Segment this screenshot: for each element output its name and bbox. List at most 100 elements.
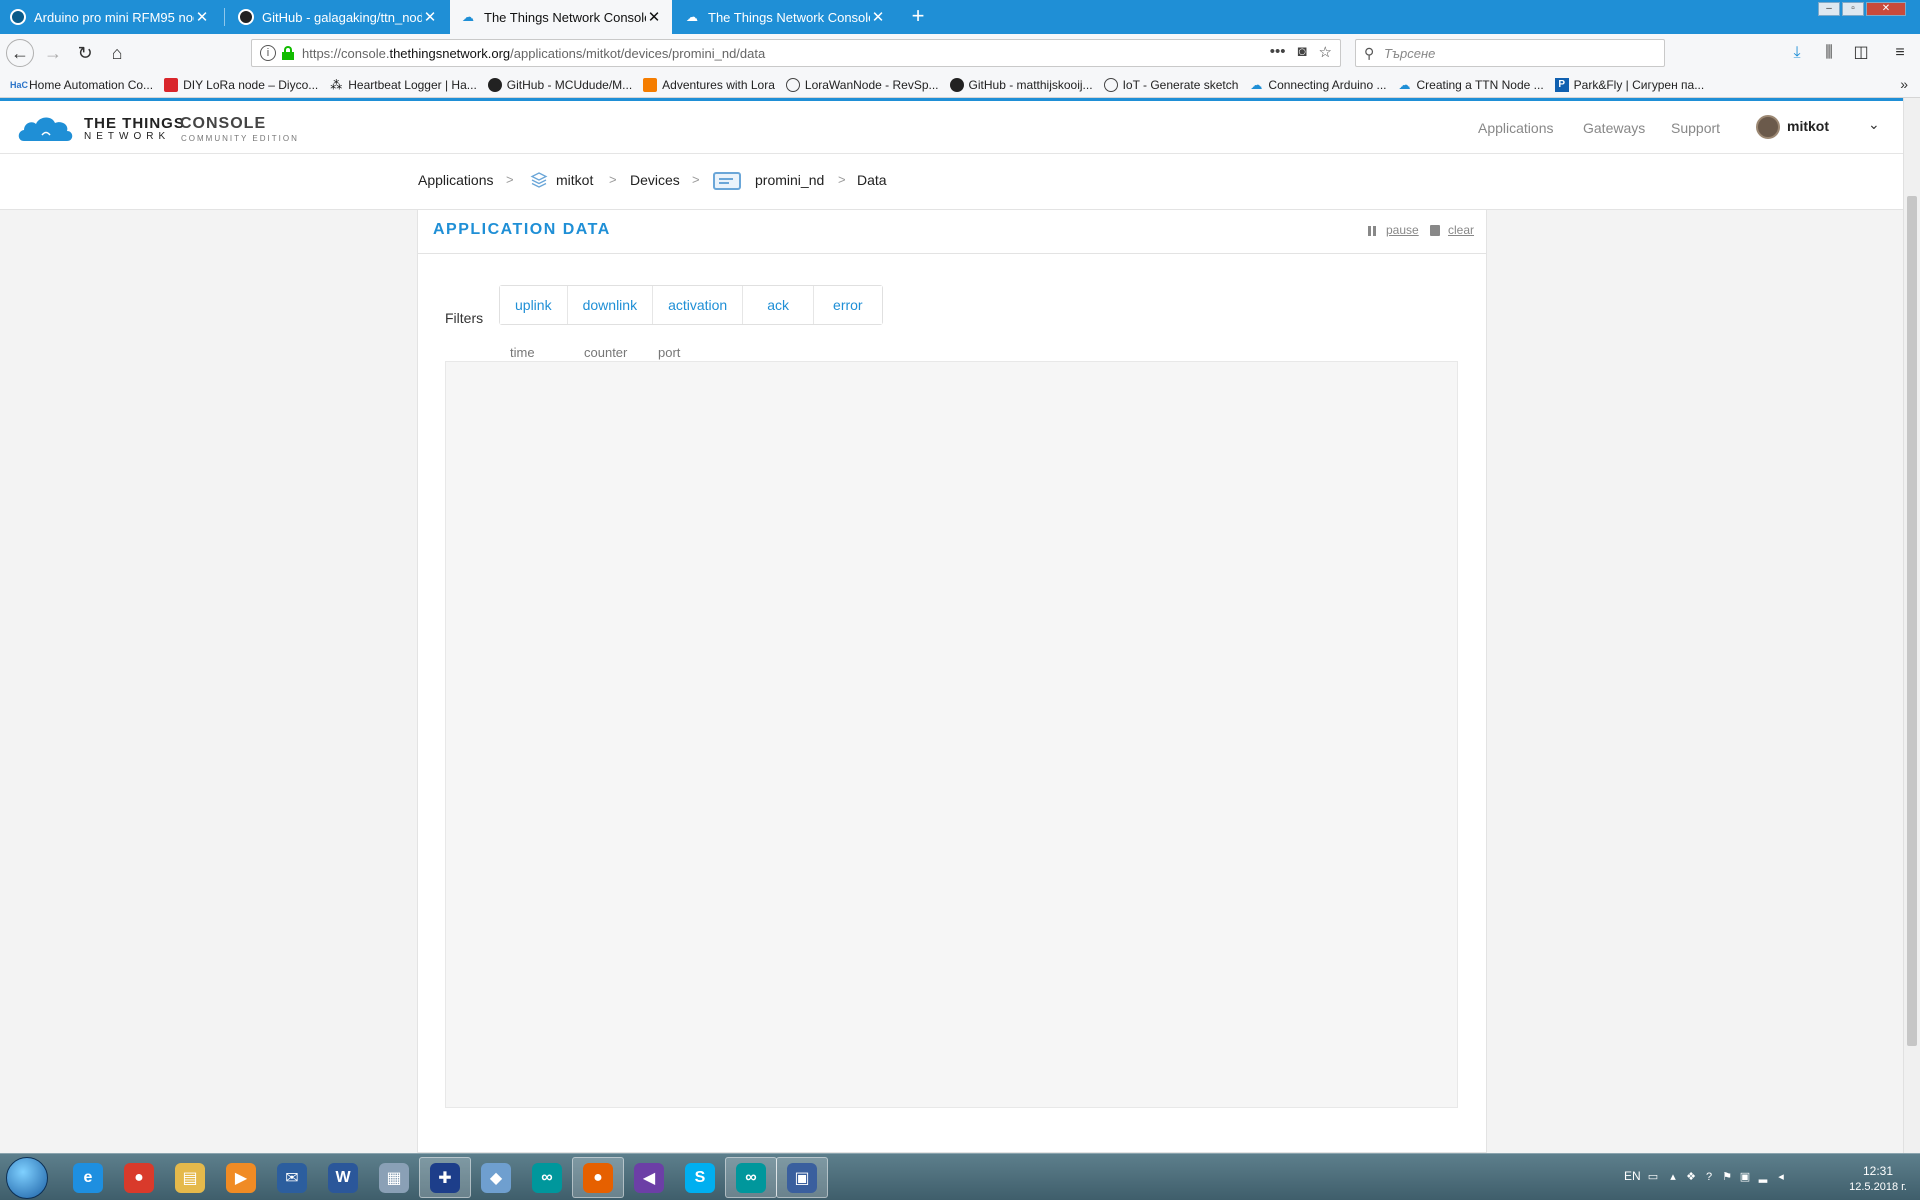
bookmark-label: Home Automation Co...	[29, 77, 154, 92]
scrollbar-thumb[interactable]	[1907, 196, 1917, 1046]
url-text[interactable]: https://console.thethingsnetwork.org/app…	[302, 46, 765, 61]
url-bar[interactable]: i https://console.thethingsnetwork.org/a…	[251, 39, 1341, 67]
start-button[interactable]	[6, 1157, 48, 1199]
user-name[interactable]: mitkot	[1787, 118, 1829, 134]
bookmark-item[interactable]: DIY LoRa node – Diyco...	[164, 77, 318, 92]
bookmark-item[interactable]: GitHub - MCUdude/M...	[487, 77, 632, 92]
info-icon[interactable]: i	[260, 45, 276, 61]
keyboard-icon[interactable]: ▭	[1646, 1170, 1660, 1184]
taskbar-app[interactable]: ●	[113, 1157, 165, 1198]
avatar[interactable]	[1756, 115, 1780, 139]
taskbar-app[interactable]: ∞	[521, 1157, 573, 1198]
new-tab-button[interactable]: +	[905, 4, 931, 30]
bookmark-item[interactable]: P Park&Fly | Сигурен па...	[1554, 77, 1704, 92]
close-icon[interactable]: ✕	[646, 8, 662, 26]
arduino-icon	[10, 9, 26, 25]
close-icon[interactable]: ✕	[870, 8, 886, 26]
blogger-icon	[643, 77, 658, 92]
chevron-right-icon[interactable]: »	[1900, 76, 1908, 92]
pause-button[interactable]: pause	[1386, 223, 1419, 237]
clock-time[interactable]: 12:31	[1838, 1164, 1918, 1178]
breadcrumb-app[interactable]: mitkot	[556, 172, 593, 188]
chevron-up-icon[interactable]: ▴	[1666, 1170, 1680, 1184]
filter-ack[interactable]: ack	[743, 286, 815, 324]
download-icon[interactable]: ⤓	[1784, 40, 1810, 66]
taskbar-app[interactable]: ▦	[368, 1157, 420, 1198]
menu-icon[interactable]: ≡	[1887, 40, 1913, 66]
page-actions-icon[interactable]: •••	[1270, 43, 1286, 61]
file-explorer-icon: ▤	[175, 1162, 205, 1193]
reload-button[interactable]: ↻	[72, 40, 98, 66]
nav-gateways[interactable]: Gateways	[1583, 120, 1645, 136]
nav-support[interactable]: Support	[1671, 120, 1720, 136]
data-log-area[interactable]	[445, 361, 1458, 1108]
taskbar-app[interactable]: ◀	[623, 1157, 675, 1198]
brand-subtitle: NETWORK	[84, 131, 171, 142]
bookmark-star-icon[interactable]: ☆	[1319, 43, 1332, 61]
maximize-button[interactable]: ▫	[1842, 2, 1864, 16]
action-center-flag-icon[interactable]: ⚑	[1720, 1170, 1734, 1184]
taskbar-app[interactable]: ✉	[266, 1157, 318, 1198]
nav-applications[interactable]: Applications	[1478, 120, 1554, 136]
bookmark-item[interactable]: ☁ Creating a TTN Node ...	[1397, 78, 1543, 92]
network-tool-icon: ▣	[787, 1162, 817, 1193]
taskbar-app[interactable]: ◆	[470, 1157, 522, 1198]
clock-date[interactable]: 12.5.2018 г.	[1838, 1181, 1918, 1193]
ttn-cloud-icon: ☁	[686, 10, 698, 24]
browser-tab-active[interactable]: ☁ The Things Network Console ✕	[450, 0, 672, 34]
bookmark-item[interactable]: LoraWanNode - RevSp...	[785, 77, 939, 92]
filter-downlink[interactable]: downlink	[567, 286, 654, 324]
forward-button[interactable]: →	[40, 40, 66, 66]
taskbar-app[interactable]: ▤	[164, 1157, 216, 1198]
clear-button[interactable]: clear	[1448, 223, 1474, 237]
breadcrumb-applications[interactable]: Applications	[418, 172, 494, 188]
ttn-cloud-logo[interactable]	[16, 111, 76, 145]
bookmark-item[interactable]: GitHub - matthijskooij...	[949, 77, 1093, 92]
taskbar-app[interactable]: ∞	[725, 1157, 777, 1198]
taskbar-app[interactable]: ▣	[776, 1157, 828, 1198]
volume-icon[interactable]: ◂	[1774, 1170, 1788, 1184]
home-button[interactable]: ⌂	[104, 40, 130, 66]
filter-uplink[interactable]: uplink	[500, 286, 568, 324]
language-flag-icon: ✚	[430, 1162, 460, 1193]
taskbar-app[interactable]: S	[674, 1157, 726, 1198]
library-icon[interactable]: ⫼	[1816, 40, 1842, 66]
bookmark-item[interactable]: IoT - Generate sketch	[1103, 77, 1238, 92]
pause-icon[interactable]	[1368, 226, 1376, 236]
taskbar-app[interactable]: ✚	[419, 1157, 471, 1198]
breadcrumb-devices[interactable]: Devices	[630, 172, 680, 188]
lock-icon[interactable]	[282, 46, 294, 60]
display-icon[interactable]: ▣	[1738, 1170, 1752, 1184]
bookmark-item[interactable]: HaC Home Automation Co...	[10, 78, 153, 92]
pocket-icon[interactable]: ◙	[1297, 43, 1306, 61]
page-scrollbar[interactable]	[1903, 98, 1920, 1153]
back-button[interactable]: ←	[6, 39, 34, 67]
breadcrumb-device[interactable]: promini_nd	[755, 172, 824, 188]
taskbar-app[interactable]: ●	[572, 1157, 624, 1198]
taskbar-app[interactable]: e	[62, 1157, 114, 1198]
help-icon[interactable]: ?	[1702, 1170, 1716, 1184]
filter-activation[interactable]: activation	[653, 286, 744, 324]
close-window-button[interactable]: ✕	[1866, 2, 1906, 16]
search-bar[interactable]: ⚲ Търсене	[1355, 39, 1665, 67]
sidebar-icon[interactable]: ◫	[1848, 40, 1874, 66]
browser-tab[interactable]: ☁ The Things Network Console ✕	[674, 0, 896, 34]
browser-tab[interactable]: GitHub - galagaking/ttn_node ✕	[228, 0, 448, 34]
close-icon[interactable]: ✕	[422, 8, 438, 26]
close-icon[interactable]: ✕	[194, 8, 210, 26]
chrome-icon: ●	[124, 1162, 154, 1193]
network-signal-icon[interactable]: ▂	[1756, 1170, 1770, 1184]
taskbar-app[interactable]: W	[317, 1157, 369, 1198]
dropbox-icon[interactable]: ❖	[1684, 1170, 1698, 1184]
bookmark-item[interactable]: ☁ Connecting Arduino ...	[1249, 78, 1386, 92]
filter-error[interactable]: error	[814, 286, 882, 324]
language-indicator[interactable]: EN	[1624, 1169, 1641, 1183]
bookmark-item[interactable]: Adventures with Lora	[643, 77, 775, 92]
minimize-button[interactable]: –	[1818, 2, 1840, 16]
skype-icon: S	[685, 1162, 715, 1193]
browser-tab[interactable]: Arduino pro mini RFM95 node ✕	[0, 0, 220, 34]
bookmark-item[interactable]: ⁂ Heartbeat Logger | Ha...	[329, 78, 477, 92]
taskbar-app[interactable]: ▶	[215, 1157, 267, 1198]
chevron-down-icon[interactable]: ⌄	[1868, 116, 1880, 133]
trash-icon[interactable]	[1430, 225, 1440, 236]
